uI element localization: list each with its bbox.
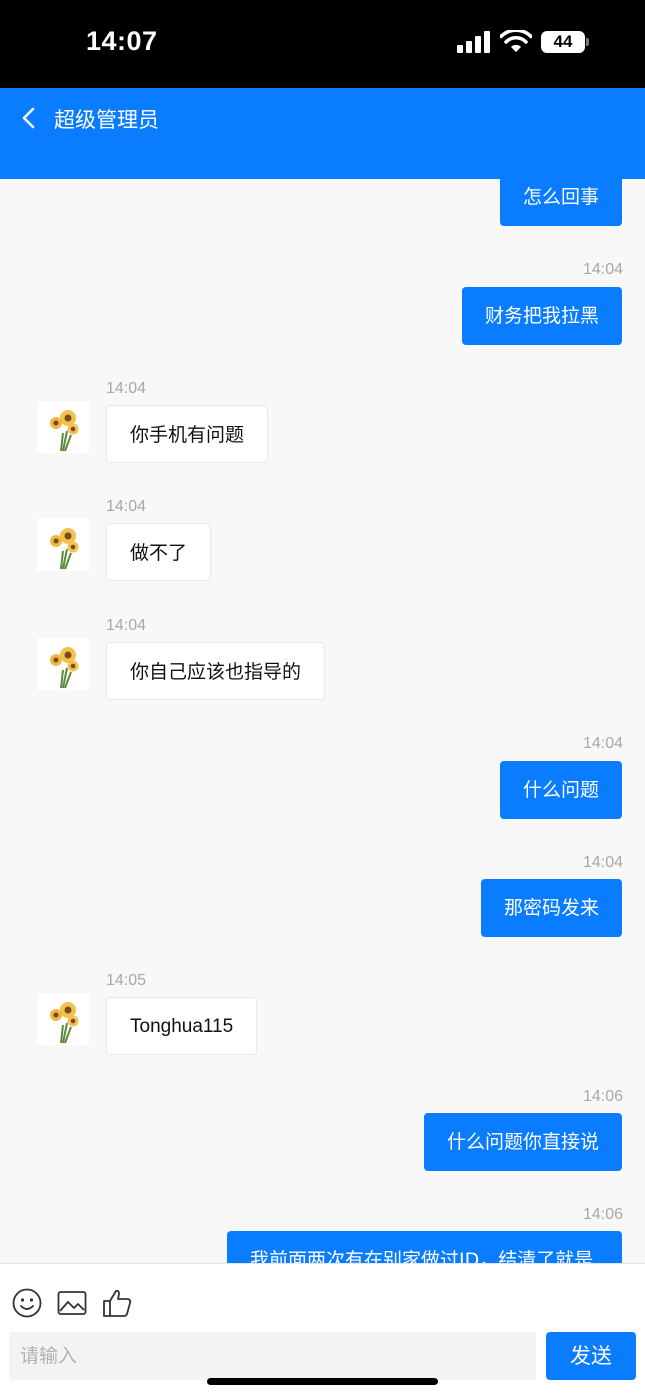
status-time: 14:07	[86, 26, 158, 56]
message-bubble-outgoing[interactable]: 什么问题	[499, 761, 622, 819]
image-icon[interactable]	[56, 1287, 88, 1319]
message-bubble-incoming[interactable]: 做不了	[106, 523, 212, 581]
message-timestamp: 14:04	[582, 735, 623, 752]
cellular-signal-icon	[457, 31, 493, 53]
message-timestamp: 14:04	[106, 617, 147, 634]
status-bar: 14:07 44	[0, 0, 645, 88]
sunflower-avatar-icon	[50, 1002, 79, 1044]
message-list[interactable]: 怎么回事 14:04 财务把我拉黑 14:04 你手机有问题 14:04 做不了…	[0, 179, 645, 1263]
sunflower-avatar-icon	[50, 647, 79, 689]
nav-bar: 超级管理员	[0, 88, 645, 179]
thumbs-up-icon[interactable]	[101, 1287, 133, 1319]
message-bubble-outgoing[interactable]: 我前面两次有在别家做过ID，结清了就是	[227, 1231, 622, 1263]
avatar[interactable]	[37, 993, 89, 1045]
back-chevron-icon[interactable]	[18, 106, 42, 130]
message-timestamp: 14:04	[106, 380, 147, 397]
chat-title: 超级管理员	[54, 108, 159, 132]
message-input[interactable]	[9, 1332, 536, 1380]
avatar[interactable]	[37, 638, 89, 690]
message-bubble-incoming[interactable]: 你手机有问题	[106, 405, 269, 463]
message-timestamp: 14:06	[582, 1088, 623, 1105]
avatar[interactable]	[37, 519, 89, 571]
wifi-icon	[500, 30, 532, 52]
message-bubble-incoming[interactable]: 你自己应该也指导的	[106, 642, 326, 700]
message-bubble-incoming[interactable]: Tonghua115	[106, 997, 258, 1055]
message-timestamp: 14:05	[106, 972, 147, 989]
sunflower-avatar-icon	[50, 410, 79, 452]
message-bubble-outgoing[interactable]: 怎么回事	[499, 179, 622, 226]
message-bubble-outgoing[interactable]: 那密码发来	[480, 879, 622, 937]
home-indicator[interactable]	[207, 1378, 438, 1385]
message-bubble-outgoing[interactable]: 什么问题你直接说	[423, 1113, 622, 1171]
message-timestamp: 14:06	[582, 1206, 623, 1223]
sunflower-avatar-icon	[50, 528, 79, 570]
send-button[interactable]: 发送	[546, 1332, 636, 1380]
message-timestamp: 14:04	[582, 261, 623, 278]
message-timestamp: 14:04	[582, 854, 623, 871]
message-bubble-outgoing[interactable]: 财务把我拉黑	[461, 287, 622, 345]
smiley-icon[interactable]	[11, 1287, 43, 1319]
message-timestamp: 14:04	[106, 498, 147, 515]
battery-tip	[586, 38, 589, 46]
avatar[interactable]	[37, 401, 89, 453]
battery-level: 44	[541, 31, 585, 53]
